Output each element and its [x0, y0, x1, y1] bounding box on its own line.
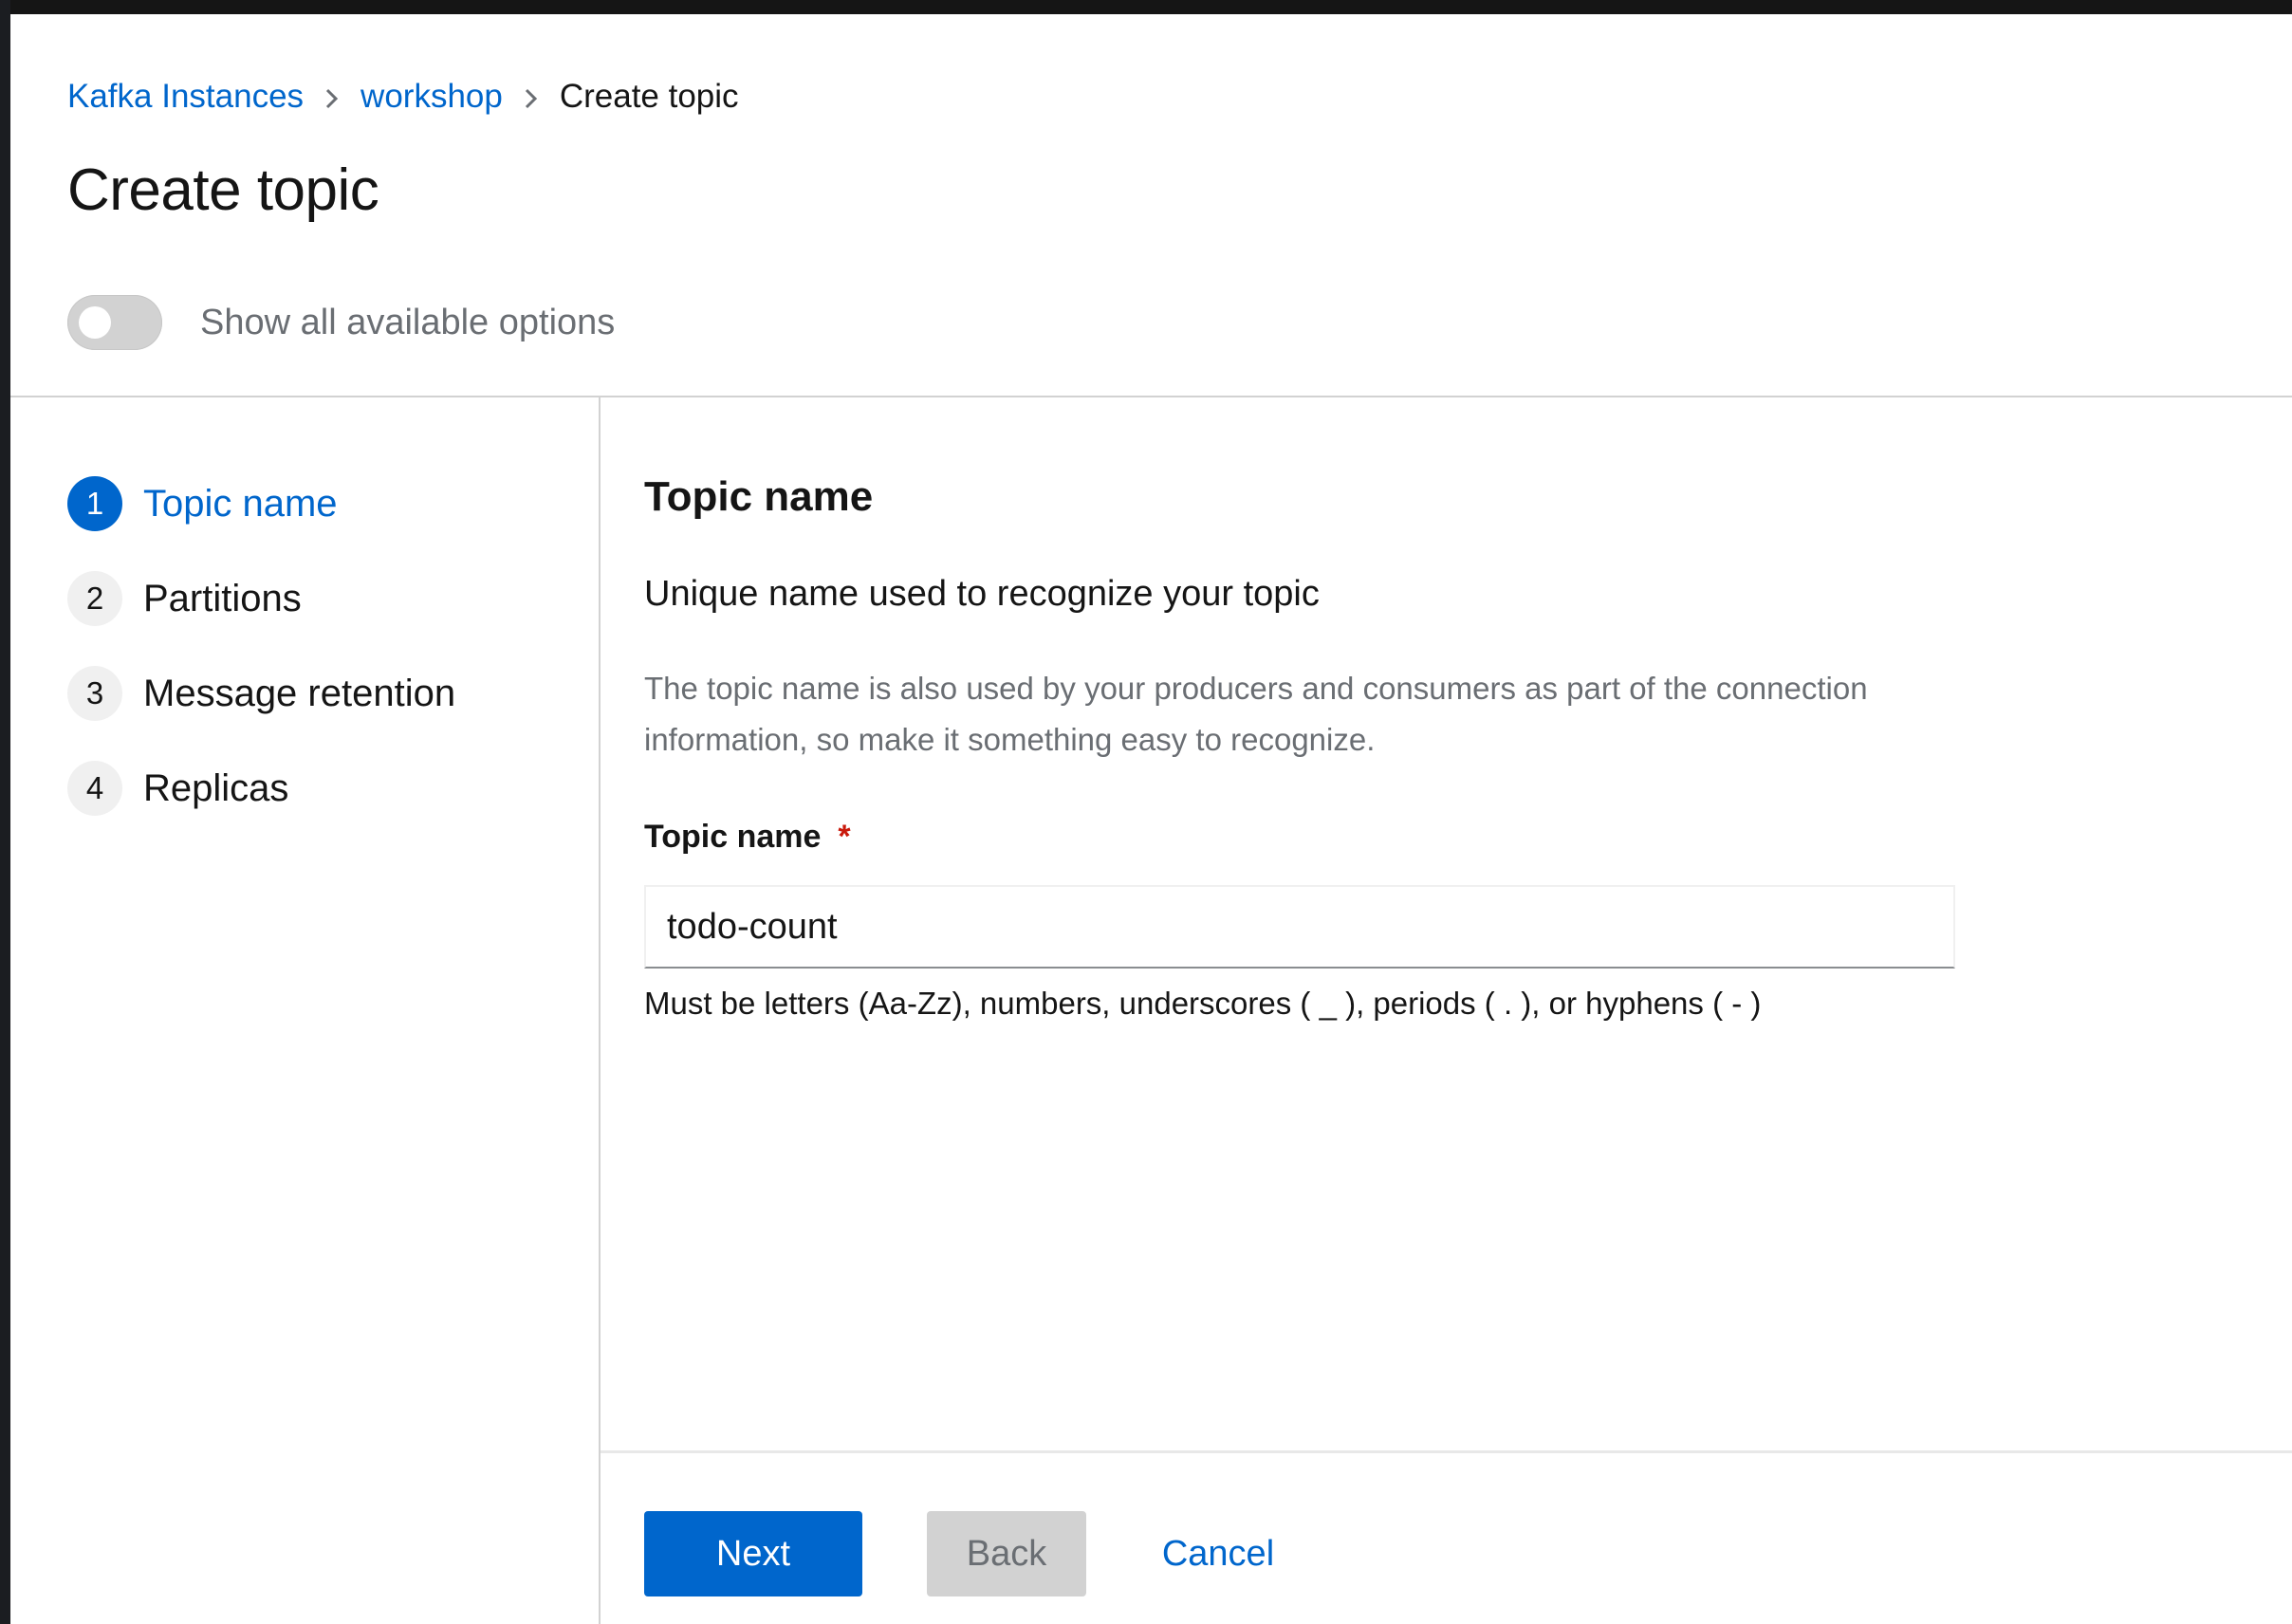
chevron-right-icon: [503, 82, 560, 112]
show-all-options-switch[interactable]: [67, 295, 162, 350]
step-title: Topic name: [644, 473, 874, 520]
breadcrumb-kafka-instances[interactable]: Kafka Instances: [67, 78, 304, 116]
topic-name-label-text: Topic name: [644, 819, 822, 855]
page-title: Create topic: [67, 157, 379, 223]
wizard-step-message-retention[interactable]: 3 Message retention: [67, 665, 455, 722]
step-number-badge: 2: [67, 571, 122, 626]
breadcrumb-current: Create topic: [559, 78, 739, 115]
back-button[interactable]: Back: [927, 1511, 1086, 1596]
step-description-line: information, so make it something easy t…: [644, 722, 1376, 757]
wizard-nav: 1 Topic name 2 Partitions 3 Message rete…: [10, 397, 601, 1624]
window-top-bar: [0, 0, 2292, 14]
step-number-badge: 4: [67, 761, 122, 816]
topic-name-label: Topic name *: [644, 819, 851, 856]
show-all-options-label[interactable]: Show all available options: [200, 303, 615, 343]
chevron-right-icon: [304, 82, 360, 112]
window-left-strip: [0, 0, 10, 1624]
step-label: Partitions: [143, 577, 302, 619]
breadcrumb: Kafka Instances workshop Create topic: [67, 75, 739, 119]
footer-divider: [601, 1450, 2292, 1453]
switch-knob: [79, 306, 111, 339]
step-number-badge: 1: [67, 476, 122, 531]
wizard-step-partitions[interactable]: 2 Partitions: [67, 570, 302, 627]
next-button[interactable]: Next: [644, 1511, 862, 1596]
show-all-options-row: Show all available options: [67, 295, 615, 350]
step-number-badge: 3: [67, 666, 122, 721]
step-label: Replicas: [143, 766, 289, 809]
step-description-line: The topic name is also used by your prod…: [644, 671, 1868, 706]
wizard-step-replicas[interactable]: 4 Replicas: [67, 760, 288, 817]
step-subtitle: Unique name used to recognize your topic: [644, 574, 1320, 614]
breadcrumb-workshop[interactable]: workshop: [360, 78, 503, 116]
topic-name-input[interactable]: [644, 885, 1955, 969]
step-description: The topic name is also used by your prod…: [644, 663, 1991, 766]
required-asterisk: *: [838, 819, 851, 855]
create-topic-panel: Kafka Instances workshop Create topic Cr…: [10, 14, 2292, 1624]
step-label: Topic name: [143, 482, 338, 525]
step-label: Message retention: [143, 672, 456, 714]
wizard-main-content: Topic name Unique name used to recognize…: [601, 397, 2292, 1624]
wizard-step-topic-name[interactable]: 1 Topic name: [67, 475, 338, 532]
topic-name-helper-text: Must be letters (Aa-Zz), numbers, unders…: [644, 986, 1762, 1021]
cancel-button[interactable]: Cancel: [1137, 1511, 1299, 1596]
